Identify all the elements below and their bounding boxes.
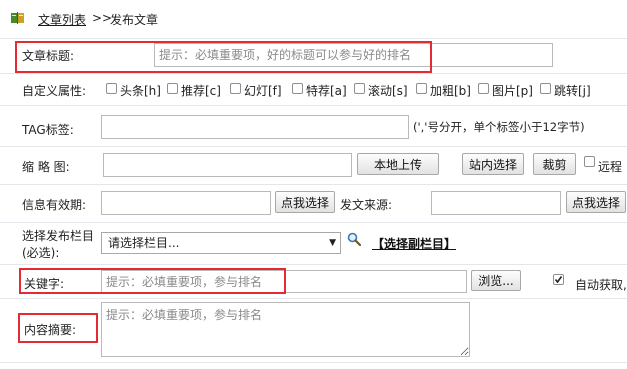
attr-checkbox-s[interactable] — [354, 83, 365, 94]
site-select-button[interactable]: 站内选择 — [462, 153, 524, 175]
source-pick-button[interactable]: 点我选择 — [566, 191, 626, 213]
attr-checkbox-j[interactable] — [540, 83, 551, 94]
attr-checkbox-p[interactable] — [478, 83, 489, 94]
crop-button[interactable]: 裁剪 — [533, 153, 576, 175]
attr-checkbox-c[interactable] — [167, 83, 178, 94]
keywords-input[interactable] — [101, 270, 467, 293]
local-upload-button[interactable]: 本地上传 — [357, 153, 439, 175]
keywords-label: 关键字: — [24, 277, 65, 291]
auto-fetch-label: 自动获取, — [575, 278, 627, 292]
remote-label: 远程 — [598, 160, 623, 174]
thumbnail-label: 缩 略 图: — [22, 160, 70, 174]
chevron-down-icon: ▼ — [329, 238, 336, 248]
attr-label-p: 图片[p] — [492, 84, 533, 98]
attr-label-s: 滚动[s] — [368, 84, 408, 98]
auto-fetch-checkbox[interactable] — [553, 274, 564, 285]
breadcrumb-current: 发布文章 — [110, 13, 159, 27]
book-icon — [11, 12, 25, 24]
source-input[interactable] — [431, 191, 561, 215]
tag-input[interactable] — [101, 115, 409, 139]
attr-label-h: 头条[h] — [120, 84, 161, 98]
attributes-label: 自定义属性: — [22, 84, 87, 98]
summary-textarea[interactable] — [101, 302, 470, 357]
magnifier-icon[interactable] — [347, 232, 362, 247]
select-sub-column-link[interactable]: 【选择副栏目】 — [372, 235, 456, 252]
validity-input[interactable] — [101, 191, 271, 215]
validity-label: 信息有效期: — [22, 198, 87, 212]
source-label: 发文来源: — [340, 198, 393, 212]
attr-checkbox-b[interactable] — [416, 83, 427, 94]
tag-label: TAG标签: — [22, 123, 74, 137]
thumbnail-input[interactable] — [103, 153, 352, 177]
attr-checkbox-h[interactable] — [106, 83, 117, 94]
attr-label-c: 推荐[c] — [181, 84, 221, 98]
column-select-value: 请选择栏目... — [108, 236, 180, 250]
title-input[interactable] — [154, 43, 553, 67]
tag-hint: (','号分开，单个标签小于12字节) — [413, 120, 585, 134]
attr-label-b: 加粗[b] — [430, 84, 471, 98]
attr-checkbox-f[interactable] — [230, 83, 241, 94]
breadcrumb-link-article-list[interactable]: 文章列表 — [38, 11, 86, 28]
column-label-line2: (必选): — [22, 246, 60, 260]
remote-checkbox[interactable] — [584, 156, 595, 167]
column-label-line1: 选择发布栏目 — [22, 229, 95, 243]
attr-checkbox-a[interactable] — [292, 83, 303, 94]
attr-label-j: 跳转[j] — [554, 84, 591, 98]
summary-label: 内容摘要: — [24, 323, 77, 337]
column-select[interactable]: 请选择栏目... ▼ — [101, 232, 341, 254]
title-label: 文章标题: — [22, 49, 75, 63]
attr-label-f: 幻灯[f] — [244, 84, 282, 98]
keywords-browse-button[interactable]: 浏览... — [471, 270, 521, 291]
validity-pick-button[interactable]: 点我选择 — [275, 191, 335, 213]
attr-label-a: 特荐[a] — [306, 84, 347, 98]
